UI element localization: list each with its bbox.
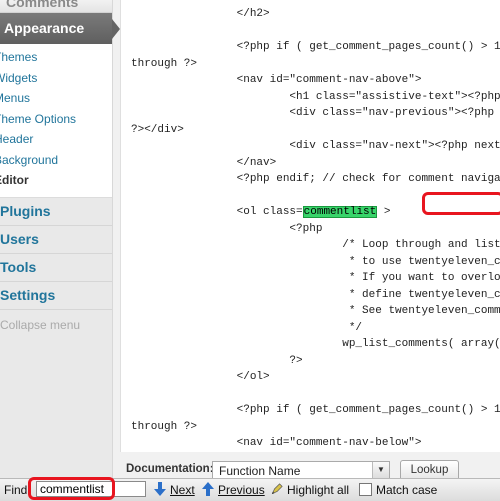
highlighter-pen-icon <box>271 483 283 495</box>
documentation-function-select[interactable]: Function Name ▼ <box>212 461 390 479</box>
submenu-item-editor[interactable]: Editor <box>0 170 112 191</box>
documentation-label: Documentation: <box>126 463 214 475</box>
code-line: <div class="nav-previous"><?php p <box>131 107 500 119</box>
menu-item-appearance[interactable]: Appearance <box>0 13 120 44</box>
code-line: <h1 class="assistive-text"><?php <box>131 452 500 453</box>
code-line: ?></div> <box>131 123 184 136</box>
code-line: through ?> <box>131 57 198 70</box>
appearance-submenu: Themes Widgets Menus Theme Options Heade… <box>0 44 112 198</box>
submenu-item-themes[interactable]: Themes <box>0 47 112 68</box>
code-line: <?php <box>131 222 323 235</box>
highlight-all-button[interactable]: Highlight all <box>271 482 349 498</box>
submenu-item-header[interactable]: Header <box>0 129 112 150</box>
code-line: * See twentyeleven_comme <box>131 305 500 317</box>
chevron-down-icon: ▼ <box>372 462 389 478</box>
menu-item-comments[interactable]: Comments <box>0 0 112 13</box>
search-match-highlight: commentlist <box>302 206 378 218</box>
collapse-menu-button[interactable]: Collapse menu <box>0 310 112 340</box>
theme-code-editor[interactable]: </h2> <?php if ( get_comment_pages_count… <box>120 0 500 452</box>
menu-item-users[interactable]: Users <box>0 226 112 254</box>
code-text: </h2> <?php if ( get_comment_pages_count… <box>131 6 500 452</box>
find-next-button[interactable]: Next <box>154 482 195 498</box>
highlight-annotation-box <box>422 192 500 215</box>
submenu-item-background[interactable]: Background <box>0 150 112 171</box>
code-line: * define twentyeleven_c <box>131 288 500 301</box>
menu-item-settings[interactable]: Settings <box>0 282 112 310</box>
submenu-item-widgets[interactable]: Widgets <box>0 68 112 89</box>
submenu-item-theme-options[interactable]: Theme Options <box>0 109 112 130</box>
code-line: /* Loop through and list <box>131 239 500 251</box>
submenu-item-menus[interactable]: Menus <box>0 88 112 109</box>
menu-item-tools[interactable]: Tools <box>0 254 112 282</box>
code-line: <nav id="comment-nav-above"> <box>131 74 422 86</box>
arrow-up-icon <box>202 482 214 496</box>
code-line: <h1 class="assistive-text"><?php <box>131 90 500 103</box>
documentation-select-value: Function Name <box>219 464 301 478</box>
code-line: * If you want to overlo <box>131 272 500 284</box>
code-line: <?php if ( get_comment_pages_count() > 1 <box>131 404 500 416</box>
code-line: <nav id="comment-nav-below"> <box>131 437 422 449</box>
admin-sidebar: Comments Appearance Themes Widgets Menus… <box>0 0 120 478</box>
code-line: wp_list_comments( array( <box>131 338 500 350</box>
code-line: <div class="nav-next"><?php next_ <box>131 140 500 152</box>
code-line: */ <box>131 321 363 334</box>
current-menu-arrow-icon <box>112 19 120 39</box>
code-line: ?> <box>131 354 303 367</box>
checkbox-icon <box>359 483 372 496</box>
find-previous-button[interactable]: Previous <box>202 482 265 498</box>
code-line: </h2> <box>131 8 270 20</box>
find-label: Find: <box>4 483 31 497</box>
code-line: </ol> <box>131 371 270 383</box>
code-line: </nav> <box>131 156 277 169</box>
code-line: <?php endif; // check for comment naviga… <box>131 173 500 185</box>
menu-item-appearance-label: Appearance <box>4 20 85 36</box>
code-line-suffix: > <box>377 206 391 218</box>
arrow-down-icon <box>154 482 166 496</box>
find-input-annotation-box <box>28 477 115 500</box>
menu-item-plugins[interactable]: Plugins <box>0 198 112 226</box>
code-line: <?php if ( get_comment_pages_count() > 1 <box>131 41 500 53</box>
code-line: * to use twentyeleven_c <box>131 255 500 268</box>
code-line: through ?> <box>131 420 198 433</box>
match-case-checkbox[interactable]: Match case <box>359 482 437 498</box>
